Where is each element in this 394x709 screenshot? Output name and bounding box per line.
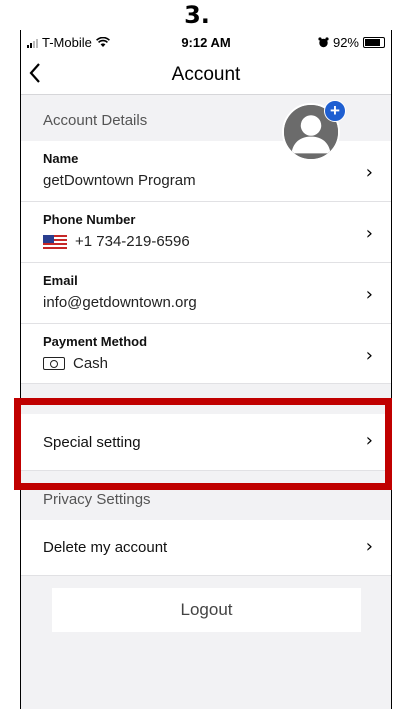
chevron-right-icon: ›: [365, 162, 373, 183]
row-label: Delete my account: [43, 539, 168, 556]
chevron-right-icon: ›: [365, 345, 373, 366]
chevron-right-icon: ›: [365, 223, 373, 244]
cash-icon: [43, 357, 65, 370]
row-name[interactable]: Name getDowntown Program ›: [21, 141, 391, 202]
section-header-privacy-settings: Privacy Settings: [21, 474, 391, 520]
nav-bar: Account: [21, 56, 391, 95]
payment-value: Cash: [73, 355, 109, 372]
row-label: Special setting: [43, 434, 141, 451]
logout-button[interactable]: Logout: [52, 588, 361, 632]
section-title: Privacy Settings: [43, 491, 151, 508]
chevron-right-icon: ›: [365, 284, 373, 305]
battery-percent: 92%: [332, 35, 359, 50]
row-delete-account[interactable]: Delete my account ›: [21, 520, 391, 576]
email-value: info@getdowntown.org: [43, 294, 197, 311]
status-right: 92%: [318, 35, 385, 50]
row-label: Name: [43, 151, 79, 166]
battery-icon: [363, 37, 385, 48]
row-email[interactable]: Email info@getdowntown.org ›: [21, 263, 391, 324]
row-value: Cash: [43, 355, 108, 372]
page-title: Account: [171, 64, 241, 85]
chevron-right-icon: ›: [365, 536, 373, 557]
row-label: Phone Number: [43, 212, 136, 227]
row-phone-number[interactable]: Phone Number +1 734-219-6596 ›: [21, 202, 391, 263]
row-label: Payment Method: [43, 334, 148, 349]
phone-value: +1 734-219-6596: [75, 233, 190, 250]
row-value: getDowntown Program: [43, 172, 196, 189]
row-value: +1 734-219-6596: [43, 233, 190, 250]
status-bar: T-Mobile 9:12 AM 92%: [21, 30, 391, 56]
alarm-icon: [318, 37, 329, 48]
row-value: info@getdowntown.org: [43, 294, 197, 311]
row-special-setting[interactable]: Special setting ›: [21, 414, 391, 471]
row-label: Email: [43, 273, 78, 288]
add-photo-icon[interactable]: +: [324, 100, 346, 122]
row-payment-method[interactable]: Payment Method Cash ›: [21, 324, 391, 384]
section-title: Account Details: [43, 112, 148, 129]
step-caption: 3.: [184, 1, 210, 29]
chevron-right-icon: ›: [365, 430, 373, 451]
flag-icon: [43, 234, 67, 249]
name-value: getDowntown Program: [43, 172, 196, 189]
